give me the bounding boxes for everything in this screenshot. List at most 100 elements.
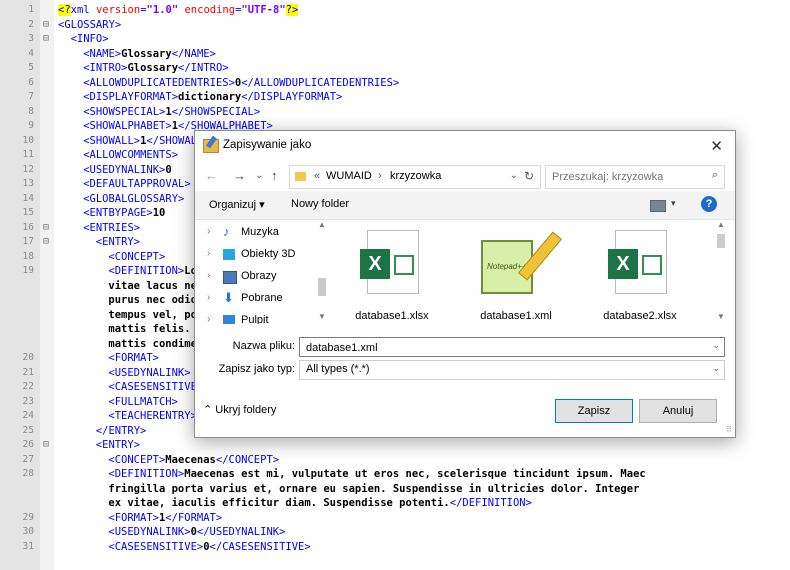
code-line[interactable]: 30 <USEDYNALINK>0</USEDYNALINK>	[0, 525, 790, 540]
search-icon[interactable]: ⌕	[712, 169, 718, 182]
organize-menu[interactable]: Organizuj ▾	[209, 198, 265, 211]
code-line[interactable]: 6 <ALLOWDUPLICATEDENTRIES>0</ALLOWDUPLICA…	[0, 76, 790, 91]
filetype-select[interactable]: All types (*.*) ⌄	[299, 360, 725, 380]
breadcrumb-separator: ›	[378, 170, 382, 182]
xml-tag: </NAME>	[171, 47, 216, 60]
dialog-titlebar[interactable]: Zapisywanie jako ✕	[195, 131, 735, 161]
new-folder-button[interactable]: Nowy folder	[291, 198, 349, 210]
xml-attribute-value: "UTF-8"	[241, 4, 286, 16]
code-text: <ENTBYPAGE>10	[83, 206, 165, 221]
chevron-right-icon[interactable]: ›	[207, 270, 210, 281]
xml-tag: <DEFAULTAPPROVAL>	[83, 178, 191, 190]
chevron-right-icon[interactable]: ›	[207, 248, 210, 259]
breadcrumb-krzyzowka[interactable]: krzyzowka	[390, 170, 441, 182]
save-button[interactable]: Zapisz	[555, 399, 633, 423]
code-line[interactable]: 5 <INTRO>Glossary</INTRO>	[0, 61, 790, 76]
view-options-icon[interactable]	[650, 200, 666, 212]
chevron-down-icon[interactable]: ⌄	[510, 170, 518, 181]
code-line[interactable]: 26 ⊟ <ENTRY>	[0, 438, 790, 453]
line-number: 10	[22, 134, 34, 146]
line-number: 5	[28, 62, 34, 73]
line-number: 28	[22, 468, 34, 479]
up-arrow-icon[interactable]: ↑	[271, 168, 278, 183]
nav-item-obrazy[interactable]: › Obrazy	[195, 266, 315, 288]
code-line[interactable]: 29 <FORMAT>1</FORMAT>	[0, 511, 790, 526]
forward-arrow-icon[interactable]: →	[233, 168, 246, 183]
code-line[interactable]: 3 ⊟ <INFO>	[0, 32, 790, 47]
nav-item-muzyka[interactable]: › ♪ Muzyka	[195, 222, 315, 244]
file-item-database1-xlsx[interactable]: X database1.xlsx	[337, 226, 447, 324]
code-text: <DEFINITION>Maecenas est mi, vulputate u…	[108, 467, 645, 482]
search-input[interactable]	[546, 166, 704, 188]
scroll-thumb[interactable]	[318, 278, 326, 296]
line-number: 26	[22, 439, 34, 450]
code-line[interactable]: 7 <DISPLAYFORMAT>dictionary</DISPLAYFORMA…	[0, 90, 790, 105]
file-name: database1.xml	[480, 310, 552, 322]
nav-pane-scrollbar[interactable]: ▲ ▼	[317, 220, 327, 325]
xml-tag: <ENTRY>	[95, 236, 141, 248]
filename-input[interactable]	[304, 339, 703, 356]
fold-marker-icon[interactable]: ⊟	[43, 221, 53, 236]
file-item-database2-xlsx[interactable]: X database2.xlsx	[585, 226, 695, 324]
breadcrumb-wumaid[interactable]: WUMAID	[326, 170, 372, 182]
desktop-icon	[223, 315, 235, 324]
address-bar[interactable]: « WUMAID › krzyzowka ⌄ ↻	[289, 165, 541, 189]
code-line[interactable]: 28 <DEFINITION>Maecenas est mi, vulputate…	[0, 467, 790, 482]
code-text: <FORMAT>1</FORMAT>	[108, 511, 222, 526]
code-line[interactable]: 31 <CASESENSITIVE>0</CASESENSITIVE>	[0, 540, 790, 555]
code-text: </ENTRY>	[96, 424, 147, 439]
chevron-down-icon[interactable]: ⌄	[712, 363, 720, 374]
xml-tag: </INTRO>	[178, 62, 229, 74]
line-number: 11	[22, 149, 34, 160]
xml-tag: <SHOWALL>	[83, 134, 141, 147]
code-line[interactable]: 27 <CONCEPT>Maecenas</CONCEPT>	[0, 453, 790, 468]
chevron-right-icon[interactable]: ›	[207, 292, 210, 303]
xml-tag: <CONCEPT>	[108, 250, 166, 263]
resize-grip-icon[interactable]: ⠿	[726, 425, 732, 434]
xml-tag: </CASESENSITIVE>	[209, 540, 311, 553]
code-line[interactable]: ex vitae, iaculis efficitur diam. Suspen…	[0, 496, 790, 511]
refresh-icon[interactable]: ↻	[524, 169, 534, 183]
excel-x-badge: X	[360, 249, 390, 279]
scroll-down-icon[interactable]: ▼	[318, 312, 326, 321]
chevron-right-icon[interactable]: ›	[207, 314, 210, 324]
code-line[interactable]: fringilla porta varius et, ornare eu sap…	[0, 482, 790, 497]
xml-text: ex vitae, iaculis efficitur diam. Suspen…	[108, 497, 450, 509]
fold-marker-icon[interactable]: ⊟	[43, 18, 53, 33]
fold-marker-icon[interactable]: ⊟	[43, 235, 53, 250]
back-arrow-icon[interactable]: ←	[205, 168, 218, 183]
recent-locations-icon[interactable]: ⌄	[255, 170, 263, 181]
code-line[interactable]: 8 <SHOWSPECIAL>1</SHOWSPECIAL>	[0, 105, 790, 120]
file-item-database1-xml[interactable]: Notepad++ database1.xml	[461, 226, 571, 324]
fold-marker-icon[interactable]: ⊟	[43, 32, 53, 47]
nav-item-pulpit[interactable]: › Pulpit	[195, 310, 315, 324]
scroll-down-icon[interactable]: ▼	[717, 312, 725, 321]
filename-field[interactable]: ⌄	[299, 337, 725, 357]
xml-tag: <INTRO>	[83, 62, 128, 74]
scroll-up-icon[interactable]: ▲	[318, 220, 326, 229]
hide-folders-toggle[interactable]: ⌃ Ukryj foldery	[203, 403, 276, 416]
nav-item-obiekty-3d[interactable]: › Obiekty 3D	[195, 244, 315, 266]
chevron-down-icon[interactable]: ⌄	[712, 340, 720, 351]
scroll-thumb[interactable]	[717, 234, 725, 248]
excel-file-icon: X	[608, 230, 667, 294]
search-box[interactable]: ⌕	[545, 165, 725, 189]
help-icon[interactable]: ?	[701, 196, 717, 212]
line-number: 4	[28, 47, 34, 59]
scroll-up-icon[interactable]: ▲	[717, 220, 725, 229]
xml-text: Maecenas est mi, vulputate ut eros nec, …	[184, 468, 646, 480]
fold-marker-icon[interactable]: ⊟	[43, 438, 53, 453]
code-line[interactable]: 1 <?xml version="1.0" encoding="UTF-8"?>	[0, 3, 790, 18]
breadcrumb-overflow[interactable]: «	[314, 170, 320, 182]
chevron-right-icon[interactable]: ›	[207, 226, 210, 237]
nav-item-label: Pobrane	[241, 292, 283, 304]
close-icon[interactable]: ✕	[710, 137, 723, 155]
nav-item-pobrane[interactable]: › ⬇ Pobrane	[195, 288, 315, 310]
file-list-scrollbar[interactable]: ▲ ▼	[715, 220, 727, 325]
cancel-button[interactable]: Anuluj	[639, 399, 717, 423]
chevron-down-icon[interactable]: ▾	[671, 198, 676, 209]
code-line[interactable]: 4 <NAME>Glossary</NAME>	[0, 47, 790, 62]
xml-tag: <ENTRY>	[95, 439, 141, 451]
code-text: <?xml version="1.0" encoding="UTF-8"?>	[58, 3, 299, 18]
code-line[interactable]: 2 ⊟ <GLOSSARY>	[0, 18, 790, 33]
